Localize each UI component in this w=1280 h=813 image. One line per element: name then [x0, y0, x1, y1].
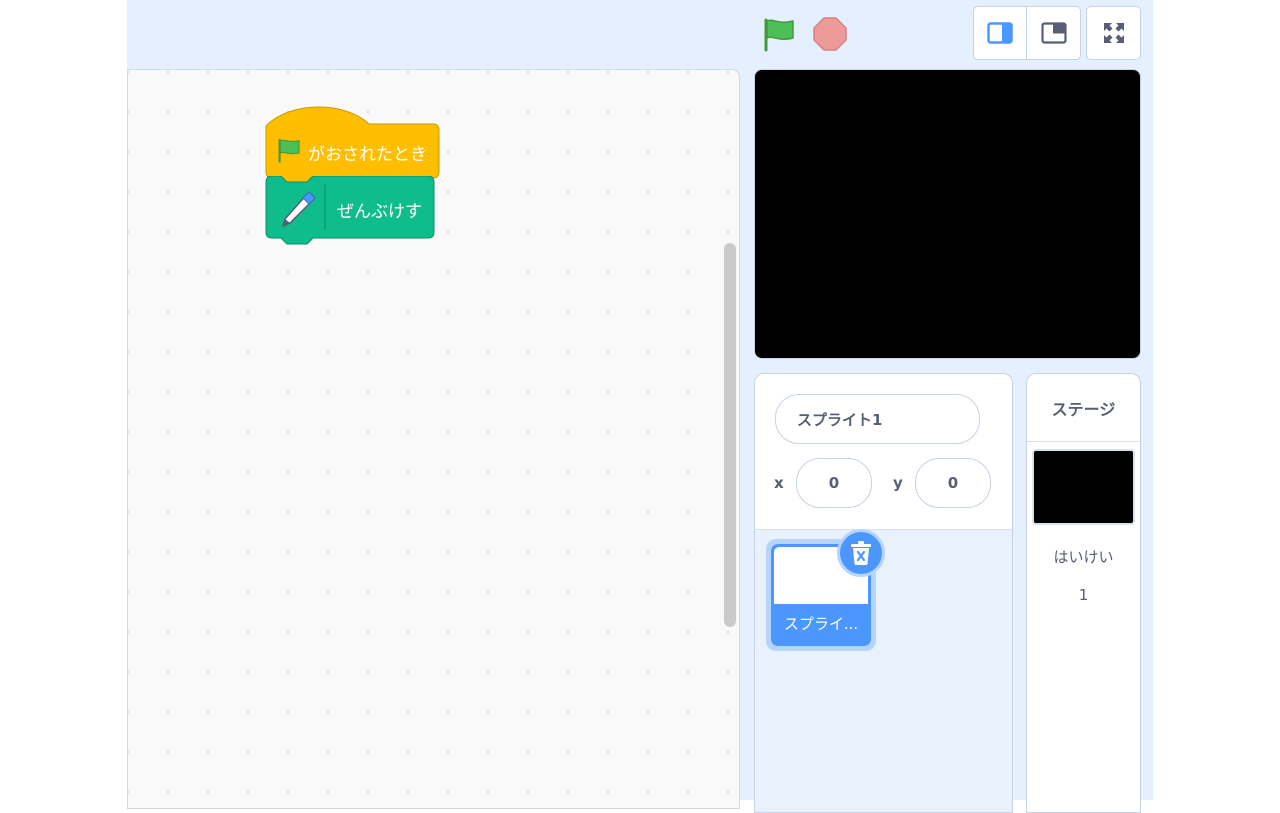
backdrop-label: はいけい: [1053, 548, 1114, 566]
fullscreen-button[interactable]: [1086, 6, 1141, 60]
small-stage-button[interactable]: [974, 7, 1027, 59]
green-flag-button[interactable]: [761, 16, 797, 52]
green-flag-icon: [764, 18, 794, 52]
sprite-info: スプライト1 x 0 y 0: [755, 374, 1012, 530]
sprite-tile-label: スプライ...: [783, 615, 859, 633]
scratch-editor: がおされたとき ぜんぶけす スプライト1 x 0 y 0 スプライ... ステー…: [127, 0, 1153, 813]
delete-sprite-button[interactable]: [837, 529, 885, 577]
pen-icon: [282, 191, 316, 227]
sprite-pane: スプライト1 x 0 y 0 スプライ...: [754, 373, 1013, 813]
x-input[interactable]: 0: [796, 458, 872, 508]
backdrop-count: 1: [1078, 586, 1089, 604]
large-stage-button[interactable]: [1027, 7, 1080, 59]
workspace-scrollbar[interactable]: [724, 243, 736, 627]
when-flag-clicked-block[interactable]: がおされたとき: [265, 106, 441, 186]
stage-canvas[interactable]: [754, 69, 1141, 359]
fullscreen-icon: [1103, 23, 1124, 43]
stage-size-toggle: [973, 6, 1081, 60]
code-workspace[interactable]: がおされたとき ぜんぶけす: [127, 69, 740, 809]
stage-selector[interactable]: ステージ はいけい 1: [1026, 373, 1141, 813]
x-label: x: [774, 474, 784, 492]
large-stage-icon: [1040, 22, 1067, 44]
trash-icon: [851, 541, 871, 565]
y-input[interactable]: 0: [915, 458, 991, 508]
stage-selector-header: ステージ: [1027, 374, 1140, 442]
pen-clear-block[interactable]: ぜんぶけす: [265, 176, 435, 248]
stop-button[interactable]: [813, 17, 847, 51]
stop-icon: [813, 17, 847, 51]
backdrop-thumbnail[interactable]: [1032, 449, 1135, 525]
hat-block-label: がおされたとき: [308, 145, 427, 165]
pen-block-label: ぜんぶけす: [337, 202, 422, 222]
green-flag-icon: [278, 138, 300, 163]
small-stage-icon: [987, 22, 1013, 44]
sprite-name-input[interactable]: スプライト1: [775, 394, 980, 444]
y-label: y: [893, 474, 903, 492]
